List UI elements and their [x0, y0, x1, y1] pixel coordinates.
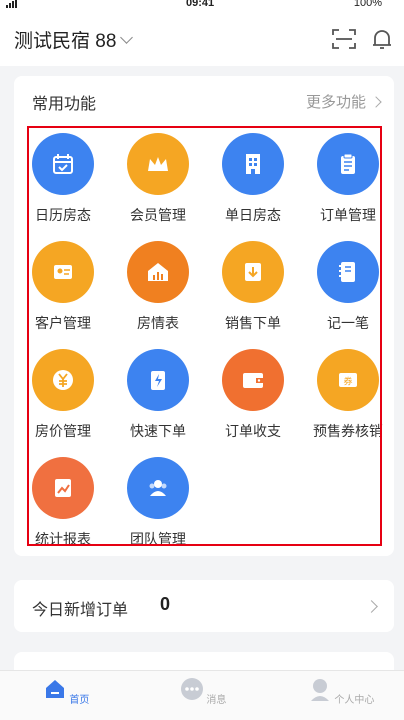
tab-home[interactable]: 首页: [26, 677, 106, 706]
highlight-box: [27, 126, 382, 546]
tab-profile-label: 个人中心: [334, 695, 375, 706]
tab-profile[interactable]: 个人中心: [301, 677, 381, 706]
chevron-right-icon: [370, 95, 382, 108]
top-header: 测试民宿 88: [0, 14, 404, 66]
home-icon: [45, 680, 64, 698]
chevron-down-icon: [120, 31, 134, 44]
property-name: 测试民宿 88: [14, 31, 117, 52]
chevron-right-icon: [365, 600, 378, 613]
tab-home-label: 首页: [69, 695, 90, 706]
today-orders-count: 0: [160, 594, 171, 614]
signal-icon: [6, 0, 17, 8]
today-orders-label: 今日新增订单: [32, 602, 129, 619]
tab-messages-label: 消息: [206, 695, 227, 706]
profile-icon: [310, 679, 329, 701]
status-bar: 09:41 100%: [0, 0, 404, 14]
bell-icon[interactable]: [371, 27, 393, 51]
property-selector[interactable]: 测试民宿 88: [14, 26, 134, 53]
status-time: 09:41: [186, 0, 215, 9]
bottom-tab-bar: 首页 消息 个人中心: [0, 670, 404, 720]
battery-level: 100%: [353, 0, 382, 9]
message-icon: [180, 678, 203, 700]
scan-icon[interactable]: [332, 28, 356, 50]
section-title: 常用功能: [32, 96, 97, 113]
more-functions-link[interactable]: 更多功能: [305, 91, 382, 112]
today-orders-card[interactable]: 今日新增订单 0: [14, 580, 394, 632]
more-functions-label: 更多功能: [305, 94, 366, 111]
tab-messages[interactable]: 消息: [163, 677, 243, 706]
